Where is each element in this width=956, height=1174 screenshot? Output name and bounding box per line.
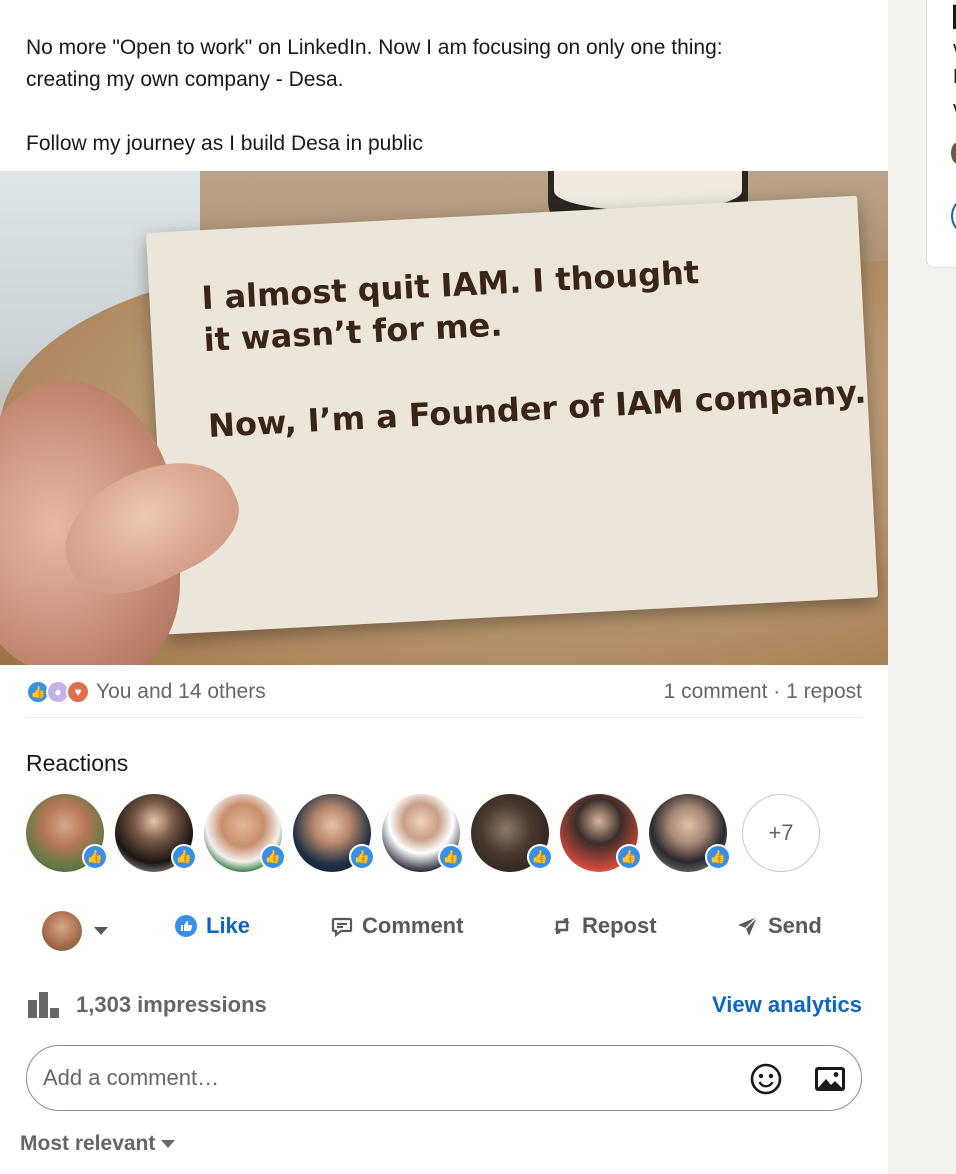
comment-box: [26, 1045, 862, 1111]
reactions-summary[interactable]: You and 14 others: [96, 680, 266, 704]
more-reactors-button[interactable]: +7: [742, 794, 820, 872]
like-badge-icon: 👍: [82, 844, 108, 870]
post-text-line: Follow my journey as I build Desa in pub…: [26, 132, 423, 155]
like-button[interactable]: Like: [174, 913, 250, 939]
post-text-line: creating my own company - Desa.: [26, 68, 344, 91]
reactor-avatar[interactable]: 👍: [560, 794, 642, 872]
like-badge-icon: 👍: [527, 844, 553, 870]
impressions-label: 1,303 impressions: [76, 992, 267, 1017]
like-badge-icon: 👍: [616, 844, 642, 870]
send-button[interactable]: Send: [736, 913, 822, 939]
post-actions-bar: Like Comment Repost Send: [26, 905, 862, 957]
post-image[interactable]: I almost quit IAM. I thought it wasn’t f…: [0, 171, 888, 665]
reactor-avatar[interactable]: 👍: [293, 794, 375, 872]
like-badge-icon: 👍: [260, 844, 286, 870]
repost-icon: [554, 918, 570, 934]
like-badge-icon: 👍: [171, 844, 197, 870]
emoji-icon[interactable]: [749, 1062, 783, 1096]
sort-label: Most relevant: [20, 1132, 156, 1155]
post-card: No more "Open to work" on LinkedIn. Now …: [0, 0, 888, 1174]
comment-label: Comment: [362, 913, 464, 938]
reactor-avatar[interactable]: 👍: [649, 794, 731, 872]
sidebar-follow-button[interactable]: [951, 196, 956, 236]
love-reaction-icon: ♥: [66, 680, 90, 704]
reactor-avatar[interactable]: 👍: [382, 794, 464, 872]
comment-sort-dropdown[interactable]: Most relevant: [20, 1132, 176, 1156]
repost-label: Repost: [582, 913, 657, 938]
repost-button[interactable]: Repost: [550, 913, 657, 939]
like-icon: [175, 915, 197, 937]
view-analytics-link[interactable]: View analytics: [712, 992, 862, 1018]
send-label: Send: [768, 913, 822, 938]
comments-reposts-count[interactable]: 1 comment · 1 repost: [664, 680, 862, 704]
photo-note-card: I almost quit IAM. I thought it wasn’t f…: [146, 195, 879, 635]
like-badge-icon: 👍: [705, 844, 731, 870]
like-badge-icon: 👍: [349, 844, 375, 870]
comment-input[interactable]: [43, 1046, 723, 1110]
sidebar-card: █ v N v: [926, 0, 956, 268]
reaction-icons[interactable]: 👍 ● ♥: [26, 680, 94, 704]
reactor-avatar[interactable]: 👍: [204, 794, 286, 872]
send-icon: [738, 916, 758, 936]
impressions-count[interactable]: 1,303 impressions: [26, 990, 267, 1020]
sidebar-avatar[interactable]: [951, 142, 956, 164]
caret-down-icon: [161, 1140, 176, 1148]
impressions-bar: 1,303 impressions View analytics: [26, 990, 862, 1026]
post-text-line: No more "Open to work" on LinkedIn. Now …: [26, 36, 723, 59]
reactor-avatar[interactable]: 👍: [115, 794, 197, 872]
image-icon[interactable]: [813, 1063, 847, 1095]
post-body: No more "Open to work" on LinkedIn. Now …: [26, 32, 856, 160]
reactor-avatar[interactable]: 👍: [471, 794, 553, 872]
chevron-down-icon[interactable]: [94, 927, 108, 935]
comment-icon: [331, 917, 353, 938]
bar-chart-icon: [28, 992, 59, 1018]
reactions-heading: Reactions: [26, 750, 129, 776]
like-badge-icon: 👍: [438, 844, 464, 870]
comment-button[interactable]: Comment: [330, 913, 463, 939]
reactor-avatar[interactable]: 👍: [26, 794, 108, 872]
like-label: Like: [206, 913, 251, 938]
card-text-line: Now, I’m a Founder of IAM company.: [207, 372, 868, 445]
reactors-list: 👍 👍 👍 👍 👍 👍 👍 👍 +7: [26, 794, 856, 874]
social-counts-bar: 👍 ● ♥ You and 14 others 1 comment · 1 re…: [26, 676, 862, 718]
actor-avatar[interactable]: [42, 911, 82, 951]
